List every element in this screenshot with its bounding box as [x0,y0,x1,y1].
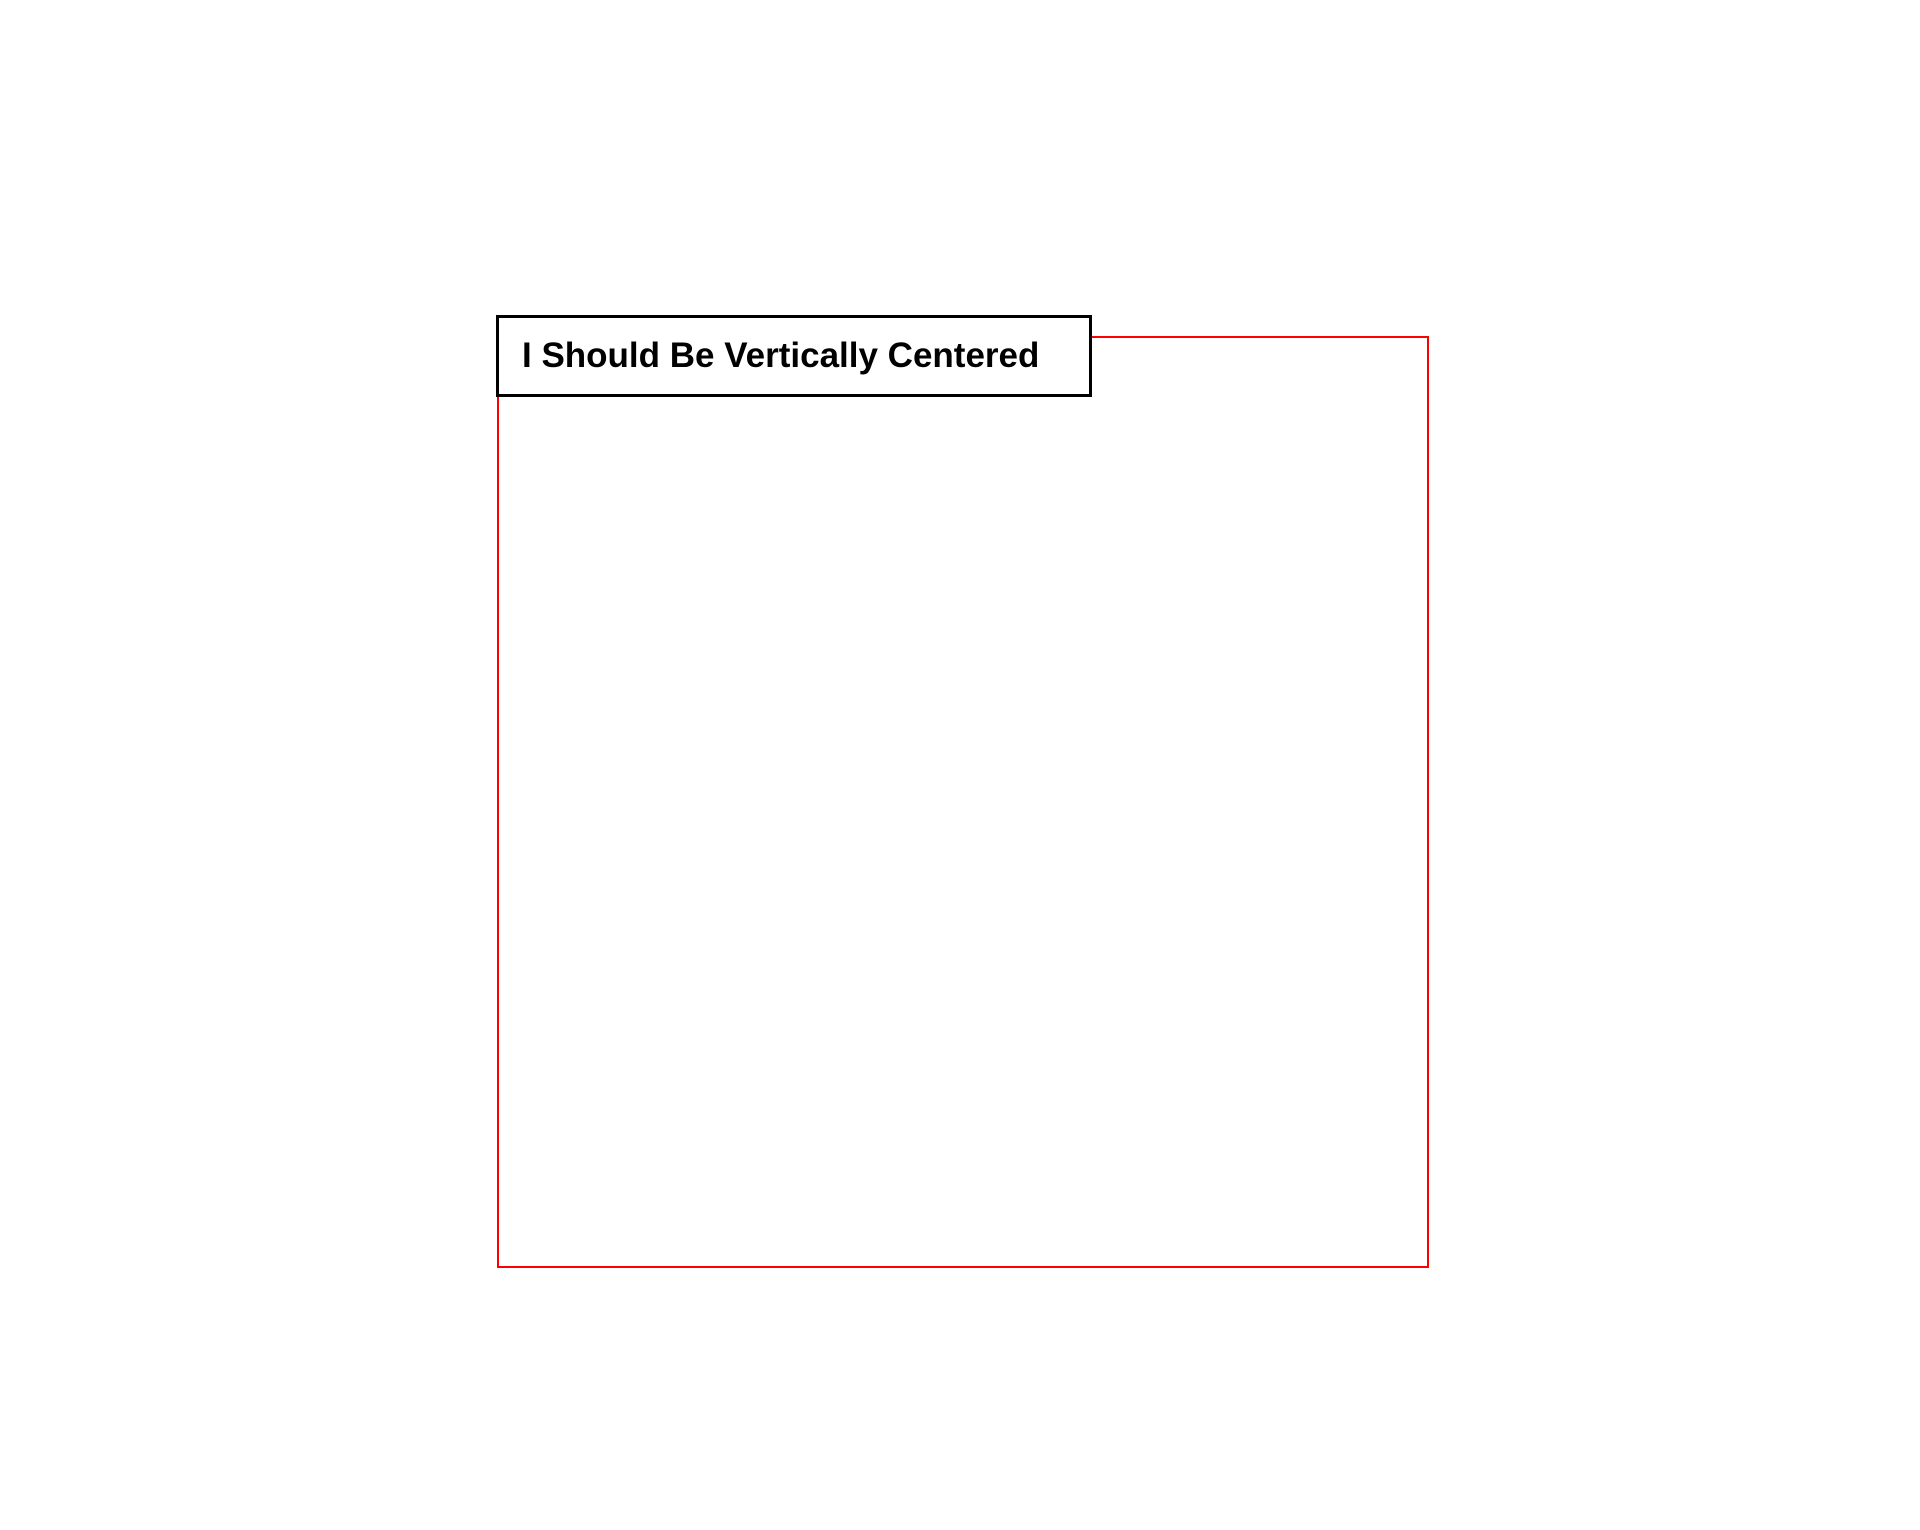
label-text: I Should Be Vertically Centered [522,336,1039,376]
outer-container [497,336,1429,1268]
inner-label-box: I Should Be Vertically Centered [496,315,1092,397]
